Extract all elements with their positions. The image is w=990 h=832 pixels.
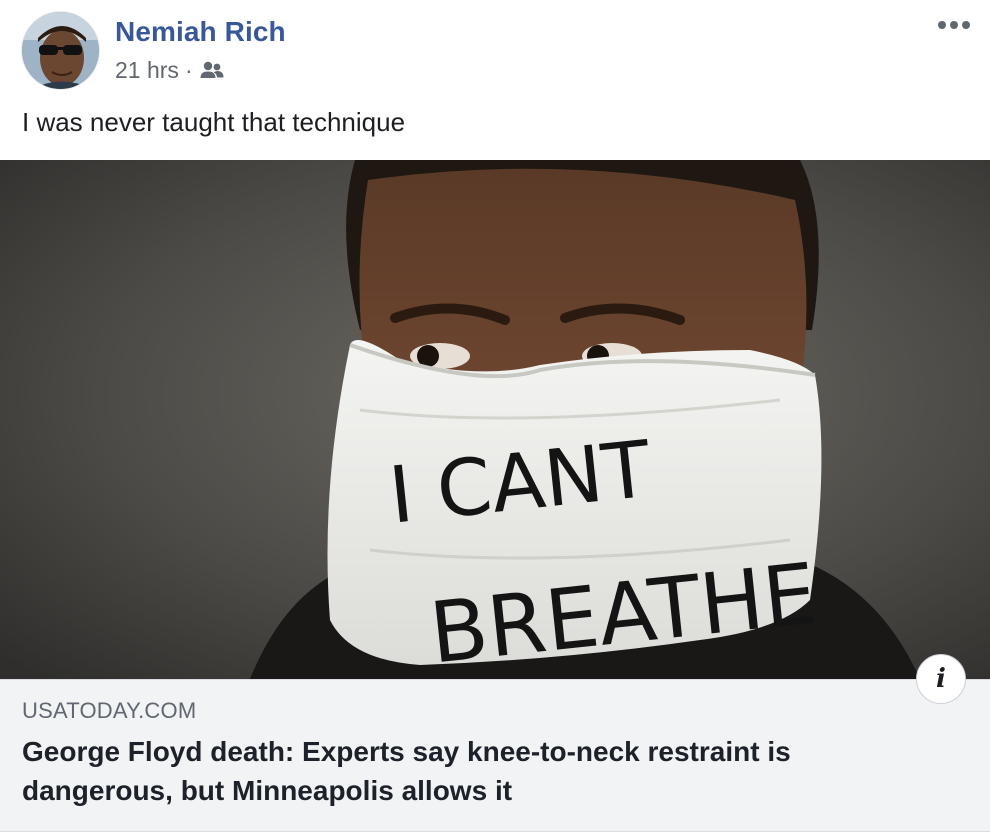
feed-post: Nemiah Rich 21 hrs · I was never taught … <box>0 0 990 832</box>
author-name-link[interactable]: Nemiah Rich <box>115 16 286 48</box>
avatar-photo <box>22 12 99 89</box>
link-preview-caption[interactable]: USATODAY.COM George Floyd death: Experts… <box>0 679 990 832</box>
author-avatar[interactable] <box>22 12 99 89</box>
more-options-icon <box>938 21 970 29</box>
friends-icon[interactable] <box>199 59 225 81</box>
link-title[interactable]: George Floyd death: Experts say knee-to-… <box>22 732 922 810</box>
post-timestamp[interactable]: 21 hrs <box>115 57 179 84</box>
info-button[interactable]: i <box>916 654 966 704</box>
link-preview-image[interactable]: I CANT BREATHE <box>0 160 990 679</box>
meta-separator: · <box>184 56 193 83</box>
more-options-button[interactable] <box>934 10 974 40</box>
post-message: I was never taught that technique <box>22 107 406 137</box>
post-meta: 21 hrs · <box>115 56 225 84</box>
link-domain: USATODAY.COM <box>22 698 197 723</box>
